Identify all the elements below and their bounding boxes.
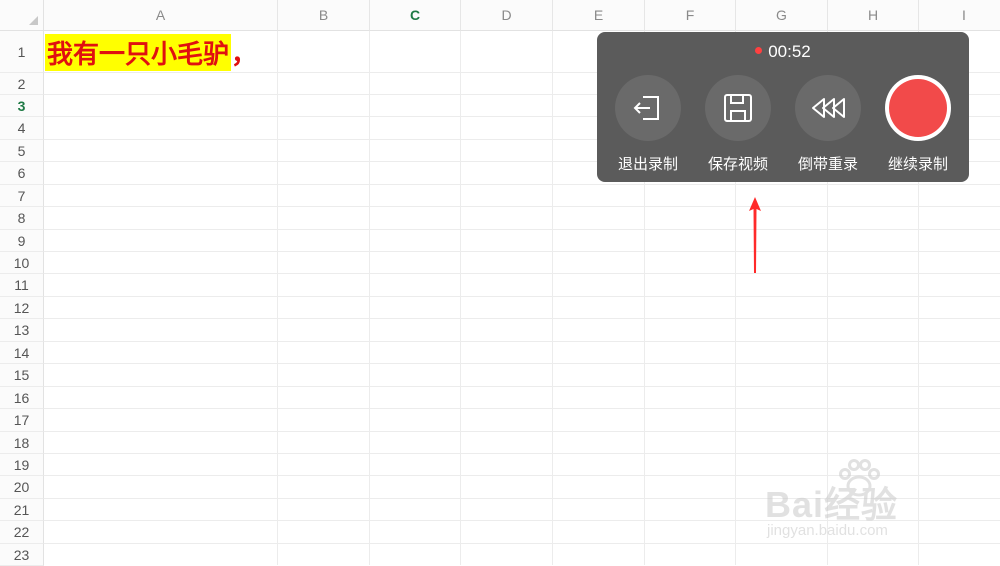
row-header-13[interactable]: 13	[0, 319, 44, 342]
row-header-3[interactable]: 3	[0, 95, 44, 117]
grid-row-line	[44, 206, 1000, 207]
red-arrow-icon	[749, 197, 761, 273]
column-header-e[interactable]: E	[553, 0, 645, 31]
grid-row-line	[44, 386, 1000, 387]
row-header-11[interactable]: 11	[0, 274, 44, 297]
row-header-22[interactable]: 22	[0, 521, 44, 544]
grid-column-line	[552, 31, 553, 565]
column-header-b[interactable]: B	[278, 0, 370, 31]
row-header-2[interactable]: 2	[0, 73, 44, 95]
row-header-9[interactable]: 9	[0, 230, 44, 252]
row-header-17[interactable]: 17	[0, 409, 44, 432]
row-header-16[interactable]: 16	[0, 387, 44, 409]
row-header-1[interactable]: 1	[0, 31, 44, 73]
grid-row-line	[44, 273, 1000, 274]
save-icon	[705, 75, 771, 141]
exit-icon	[615, 75, 681, 141]
row-header-8[interactable]: 8	[0, 207, 44, 230]
save-video-label: 保存视频	[707, 155, 768, 173]
grid-row-line	[44, 296, 1000, 297]
grid-row-line	[44, 453, 1000, 454]
row-header-18[interactable]: 18	[0, 432, 44, 454]
timer-text: 00:52	[768, 42, 811, 61]
rewind-icon	[795, 75, 861, 141]
select-all-corner[interactable]	[0, 0, 44, 31]
record-icon	[885, 75, 951, 141]
row-header-20[interactable]: 20	[0, 476, 44, 499]
column-header-f[interactable]: F	[645, 0, 736, 31]
grid-column-line	[369, 31, 370, 565]
row-header-7[interactable]: 7	[0, 185, 44, 207]
recording-panel: 00:52 退出录制 保存视频 倒带重录 继续录制	[597, 32, 969, 182]
row-header-12[interactable]: 12	[0, 297, 44, 319]
exit-recording-label: 退出录制	[617, 155, 678, 173]
grid-row-line	[44, 251, 1000, 252]
continue-recording-button[interactable]: 继续录制	[873, 75, 963, 175]
row-header-6[interactable]: 6	[0, 162, 44, 185]
row-header-5[interactable]: 5	[0, 140, 44, 162]
cell-a1-highlighted-text: 我有一只小毛驴	[45, 33, 232, 71]
cell-a1[interactable]: 我有一只小毛驴，	[45, 32, 257, 72]
grid-row-line	[44, 363, 1000, 364]
row-header-21[interactable]: 21	[0, 499, 44, 521]
column-header-d[interactable]: D	[461, 0, 553, 31]
grid-row-line	[44, 341, 1000, 342]
column-header-h[interactable]: H	[828, 0, 919, 31]
recording-timer: 00:52	[597, 42, 969, 62]
corner-triangle-icon	[29, 16, 38, 25]
column-header-c[interactable]: C	[370, 0, 461, 31]
grid-row-line	[44, 318, 1000, 319]
rewind-rerecord-button[interactable]: 倒带重录	[783, 75, 873, 175]
cell-a1-tail-text: ，	[231, 39, 258, 70]
row-header-4[interactable]: 4	[0, 117, 44, 140]
grid-row-line	[44, 229, 1000, 230]
column-header-a[interactable]: A	[44, 0, 278, 31]
row-header-19[interactable]: 19	[0, 454, 44, 476]
grid-row-line	[44, 184, 1000, 185]
grid-row-line	[44, 431, 1000, 432]
column-header-i[interactable]: I	[919, 0, 1000, 31]
grid-row-line	[44, 408, 1000, 409]
row-header-14[interactable]: 14	[0, 342, 44, 364]
continue-recording-label: 继续录制	[887, 155, 948, 173]
save-video-button[interactable]: 保存视频	[693, 75, 783, 175]
grid-column-line	[277, 31, 278, 565]
column-header-g[interactable]: G	[736, 0, 828, 31]
baidu-jingyan-watermark: Bai经验 jingyan.baidu.com	[765, 458, 985, 548]
exit-recording-button[interactable]: 退出录制	[603, 75, 693, 175]
row-header-23[interactable]: 23	[0, 544, 44, 566]
row-header-10[interactable]: 10	[0, 252, 44, 274]
grid-column-line	[460, 31, 461, 565]
watermark-site: jingyan.baidu.com	[767, 522, 888, 539]
watermark-brand: Bai经验	[765, 484, 899, 525]
row-header-15[interactable]: 15	[0, 364, 44, 387]
rewind-rerecord-label: 倒带重录	[797, 155, 858, 173]
recording-dot-icon	[755, 47, 763, 55]
